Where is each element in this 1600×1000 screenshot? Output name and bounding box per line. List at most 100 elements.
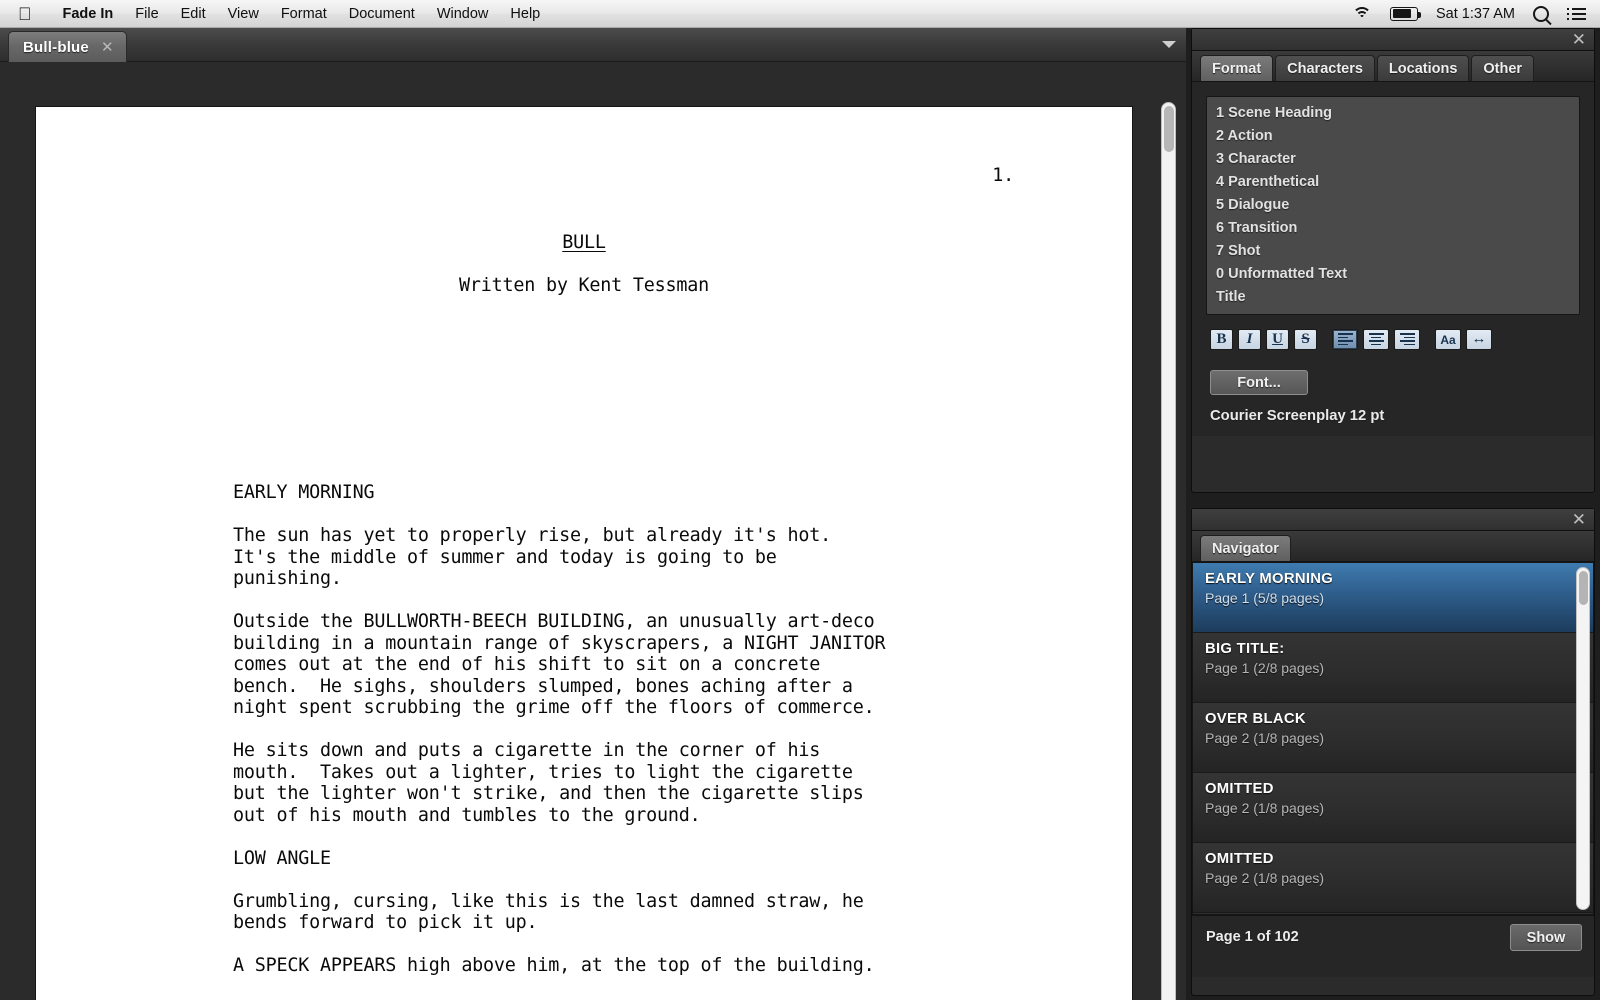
script-paragraph: LOW ANGLE [233, 847, 331, 869]
format-panel-header: ✕ [1192, 29, 1594, 51]
tab-navigator[interactable]: Navigator [1200, 535, 1291, 561]
font-button[interactable]: Font... [1210, 370, 1308, 395]
scene-detail: Page 2 (1/8 pages) [1205, 730, 1325, 746]
document-tab-bar: Bull-blue ✕ [0, 28, 1186, 62]
element-item-label: 1 Scene Heading [1216, 104, 1333, 121]
menu-item-file[interactable]: File [124, 0, 169, 28]
editor-window: Bull-blue ✕ 1. BULL Written by Kent Tess… [0, 28, 1186, 1000]
scene-title: OMITTED [1205, 851, 1274, 867]
list-item[interactable]: EARLY MORNING Page 1 (5/8 pages) [1193, 563, 1593, 633]
tab-locations[interactable]: Locations [1376, 55, 1470, 81]
scene-title: EARLY MORNING [1205, 571, 1334, 587]
tab-label: Navigator [1212, 540, 1279, 557]
battery-icon[interactable] [1390, 6, 1421, 21]
page-status: Page 1 of 102 [1206, 929, 1299, 945]
wifi-icon[interactable] [1352, 6, 1372, 21]
list-item[interactable]: OMITTED Page 2 (1/8 pages) [1193, 843, 1593, 913]
tab-format[interactable]: Format [1200, 55, 1274, 81]
list-item[interactable]: OMITTED Page 2 (1/8 pages) [1193, 773, 1593, 843]
font-description: Courier Screenplay 12 pt [1210, 408, 1385, 424]
navigator-panel: ✕ Navigator EARLY MORNING Page 1 (5/8 pa… [1191, 508, 1595, 996]
scene-title: OMITTED [1205, 781, 1274, 797]
element-item-dialogue[interactable]: 5 Dialogue [1211, 193, 1575, 216]
list-icon[interactable] [1567, 7, 1586, 21]
right-panel-rail: ✕ Format Characters Locations Other 1 Sc… [1186, 28, 1600, 1000]
tab-other[interactable]: Other [1471, 55, 1535, 81]
scene-detail: Page 1 (2/8 pages) [1205, 660, 1325, 676]
scene-detail: Page 2 (1/8 pages) [1205, 800, 1325, 816]
menu-item-help[interactable]: Help [499, 0, 551, 28]
show-button[interactable]: Show [1510, 924, 1582, 951]
navigator-scene-list[interactable]: EARLY MORNING Page 1 (5/8 pages) BIG TIT… [1192, 562, 1594, 915]
element-item-transition[interactable]: 6 Transition [1211, 216, 1575, 239]
navigator-footer: Page 1 of 102 Show [1192, 915, 1594, 977]
menu-item-edit[interactable]: Edit [170, 0, 217, 28]
menu-item-window[interactable]: Window [426, 0, 500, 28]
screenplay-byline: Written by Kent Tessman [458, 275, 710, 296]
tab-characters[interactable]: Characters [1275, 55, 1375, 81]
close-icon[interactable]: ✕ [101, 40, 114, 55]
script-paragraph: A SPECK APPEARS high above him, at the t… [233, 955, 875, 976]
menu-item-document[interactable]: Document [338, 0, 426, 28]
element-item-scene-heading[interactable]: 1 Scene Heading [1211, 101, 1575, 124]
underline-button[interactable]: U [1266, 329, 1289, 350]
element-item-unformatted-text[interactable]: 0 Unformatted Text [1211, 262, 1575, 285]
list-item[interactable]: BIG TITLE: Page 1 (2/8 pages) [1193, 633, 1593, 703]
align-center-glyph [1368, 333, 1384, 346]
document-tab-bull-blue[interactable]: Bull-blue ✕ [8, 31, 127, 62]
align-right-icon[interactable] [1394, 329, 1420, 350]
script-paragraph: He sits down and puts a cigarette in the… [233, 740, 864, 826]
text-case-button[interactable]: Aa [1435, 329, 1461, 350]
strikethrough-button[interactable]: S [1294, 329, 1317, 350]
document-vertical-scrollbar[interactable] [1161, 102, 1176, 1000]
close-icon[interactable]: ✕ [1572, 31, 1586, 48]
italic-button[interactable]: I [1238, 329, 1261, 350]
scene-title: OVER BLACK [1205, 711, 1306, 727]
mac-menu-bar:  Fade In File Edit View Format Document… [0, 0, 1600, 28]
tab-label: Other [1483, 60, 1523, 77]
element-type-list[interactable]: 1 Scene Heading 2 Action 3 Character 4 P… [1206, 96, 1580, 315]
close-icon[interactable]: ✕ [1572, 511, 1586, 528]
menu-item-format[interactable]: Format [270, 0, 338, 28]
bold-button[interactable]: B [1210, 329, 1233, 350]
align-right-glyph [1399, 333, 1415, 346]
menu-item-fade-in[interactable]: Fade In [52, 0, 125, 28]
navigator-panel-header: ✕ [1192, 509, 1594, 531]
scene-detail: Page 2 (1/8 pages) [1205, 870, 1325, 886]
tab-label: Bull-blue [23, 38, 89, 56]
align-center-icon[interactable] [1363, 329, 1389, 350]
element-item-parenthetical[interactable]: 4 Parenthetical [1211, 170, 1575, 193]
scene-detail: Page 1 (5/8 pages) [1205, 590, 1325, 606]
search-icon[interactable] [1533, 5, 1549, 22]
script-body: EARLY MORNING The sun has yet to properl… [233, 482, 1012, 1000]
align-left-glyph [1337, 333, 1353, 346]
horizontal-arrows-icon[interactable]: ↔ [1466, 329, 1492, 350]
script-paragraph: Grumbling, cursing, like this is the las… [233, 890, 864, 934]
scrollbar-thumb[interactable] [1164, 106, 1174, 152]
scene-title: BIG TITLE: [1205, 641, 1285, 657]
document-scroll-area[interactable]: 1. BULL Written by Kent Tessman EARLY MO… [0, 62, 1186, 1000]
align-left-icon[interactable] [1332, 329, 1358, 350]
script-paragraph: Outside the BULLWORTH-BEECH BUILDING, an… [233, 611, 886, 718]
scrollbar-thumb[interactable] [1579, 571, 1588, 605]
navigator-vertical-scrollbar[interactable] [1576, 567, 1590, 910]
navigator-panel-tabstrip: Navigator [1192, 531, 1594, 562]
menu-item-view[interactable]: View [217, 0, 270, 28]
list-item[interactable]: OVER BLACK Page 2 (1/8 pages) [1193, 703, 1593, 773]
script-paragraph: EARLY MORNING [233, 482, 375, 503]
format-panel-body: 1 Scene Heading 2 Action 3 Character 4 P… [1192, 82, 1594, 436]
element-item-title[interactable]: Title [1211, 285, 1575, 308]
element-item-character[interactable]: 3 Character [1211, 147, 1575, 170]
chevron-down-icon[interactable] [1162, 41, 1176, 48]
element-item-shot[interactable]: 7 Shot [1211, 239, 1575, 262]
text-format-toolbar: B I U S Aa ↔ [1206, 315, 1580, 356]
element-item-action[interactable]: 2 Action [1211, 124, 1575, 147]
screenplay-title: BULL [36, 232, 1132, 254]
format-panel-tabstrip: Format Characters Locations Other [1192, 51, 1594, 82]
tab-label: Characters [1287, 60, 1363, 77]
apple-icon[interactable]:  [18, 5, 32, 23]
clock[interactable]: Sat 1:37 AM [1436, 6, 1515, 22]
tab-label: Locations [1388, 60, 1458, 77]
script-page[interactable]: 1. BULL Written by Kent Tessman EARLY MO… [36, 107, 1132, 1000]
menubar-status-area: Sat 1:37 AM [1334, 5, 1600, 22]
